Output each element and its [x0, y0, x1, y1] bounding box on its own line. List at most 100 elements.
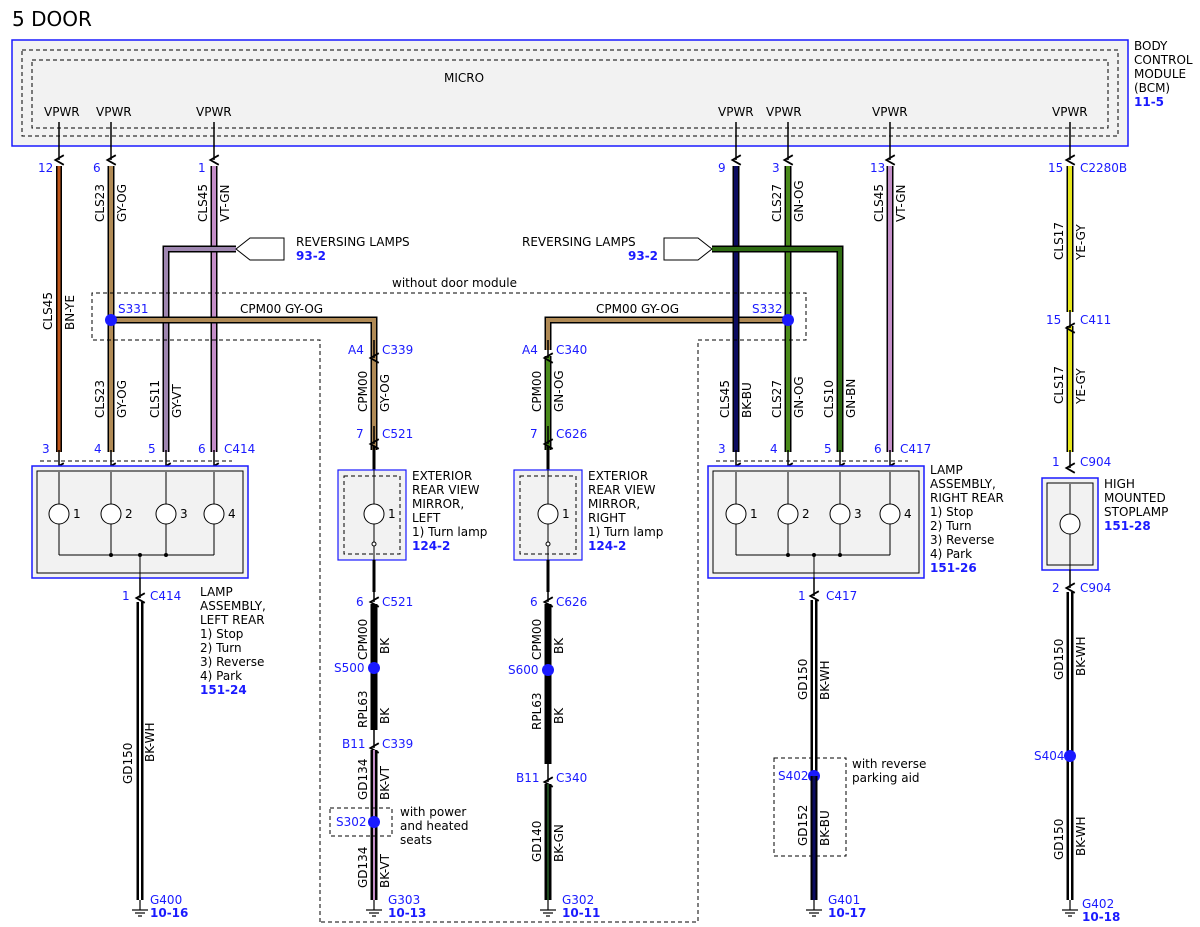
c521b-label: C521 — [382, 595, 413, 609]
mirror-left[interactable]: 1 — [337, 469, 407, 561]
ml-w2-circuit: CPM00 — [356, 619, 370, 660]
vpwr-3: VPWR — [196, 105, 232, 119]
g400-label: G400 — [150, 893, 182, 907]
svg-text:RIGHT REAR: RIGHT REAR — [930, 491, 1004, 505]
right-rear-lamp-assembly[interactable]: 3 4 5 6 C417 1 2 3 4 — [707, 442, 931, 579]
without-door-module-label: without door module — [392, 276, 517, 290]
w6-color: VT-GN — [894, 185, 908, 222]
left-lamp-w1-circuit: CLS23 — [93, 380, 107, 418]
c340b-label: C340 — [556, 771, 587, 785]
c411-label: C411 — [1080, 313, 1111, 327]
bcm-ref: 11-5 — [1134, 95, 1164, 109]
svg-text:REAR VIEW: REAR VIEW — [412, 483, 480, 497]
pin-w2: 6 — [93, 161, 101, 175]
right-lamp-w2-color: GN-OG — [792, 376, 806, 418]
s302-label: S302 — [336, 815, 367, 829]
svg-text:2) Turn: 2) Turn — [200, 641, 242, 655]
left-ground-circuit: GD150 — [121, 743, 135, 784]
mr-bulb: 1 — [562, 507, 570, 521]
splice-s331-label: S331 — [118, 302, 149, 316]
right-gw2-circuit: GD152 — [796, 805, 810, 846]
ground-g302 — [540, 900, 556, 917]
svg-text:2) Turn: 2) Turn — [930, 519, 972, 533]
left-pin-4: 4 — [94, 442, 102, 456]
c339b-pin: B11 — [342, 737, 366, 751]
mirror-right-label: EXTERIOR REAR VIEW MIRROR, RIGHT 1) Turn… — [588, 469, 663, 553]
s600-label: S600 — [508, 663, 539, 677]
g401-label: G401 — [828, 893, 860, 907]
wiring-diagram: 5 DOOR MICRO BODY CONTROL MODULE (BCM) 1… — [11, 7, 1193, 924]
c521b-pin: 6 — [356, 595, 364, 609]
c340-pin: A4 — [522, 343, 538, 357]
w5-color: GN-OG — [792, 180, 806, 222]
page-title: 5 DOOR — [12, 7, 92, 31]
left-lamp-w1-color: GY-OG — [115, 380, 129, 418]
right-lamp-w1-color: BK-BU — [740, 382, 754, 418]
right-bulb-2: 2 — [802, 507, 810, 521]
reversing-right-label: REVERSING LAMPS — [522, 235, 636, 249]
bcm-label-3: MODULE — [1134, 67, 1186, 81]
w2-color: GY-OG — [115, 184, 129, 222]
svg-text:1) Turn lamp: 1) Turn lamp — [588, 525, 663, 539]
splice-s600 — [542, 664, 554, 676]
reversing-lamps-left[interactable]: REVERSING LAMPS 93-2 — [235, 235, 410, 263]
wire-gy-vt — [162, 245, 236, 452]
cpm-right-label: CPM00 GY-OG — [596, 302, 679, 316]
splice-s331 — [105, 314, 117, 326]
left-lamp-w2-circuit: CLS11 — [148, 380, 162, 418]
reversing-left-label: REVERSING LAMPS — [296, 235, 410, 249]
mr-w1-color: GN-OG — [552, 370, 566, 412]
svg-text:MIRROR,: MIRROR, — [588, 497, 640, 511]
ml-bulb: 1 — [388, 507, 396, 521]
svg-text:RIGHT: RIGHT — [588, 511, 626, 525]
right-gw2-color: BK-BU — [818, 810, 832, 846]
c626-label: C626 — [556, 427, 587, 441]
w1-color: BN-YE — [63, 295, 77, 330]
mr-w2-color: BK — [552, 637, 566, 654]
left-lamp-w2-color: GY-VT — [170, 384, 184, 418]
right-gw1-color: BK-WH — [818, 660, 832, 700]
right-connector-top: C417 — [900, 442, 931, 456]
pin-w1: 12 — [38, 161, 53, 175]
left-rear-lamp-assembly[interactable]: 3 4 5 6 C414 1 2 3 4 — [31, 442, 255, 579]
mirror-right[interactable]: 1 — [513, 469, 583, 561]
c626b-label: C626 — [556, 595, 587, 609]
left-pin-5: 5 — [148, 442, 156, 456]
right-lamp-w3-circuit: CLS10 — [822, 380, 836, 418]
hmsl-w3-circuit: GD150 — [1052, 639, 1066, 680]
svg-text:1) Turn lamp: 1) Turn lamp — [412, 525, 487, 539]
ml-w4-circuit: GD134 — [356, 759, 370, 800]
c339b-label: C339 — [382, 737, 413, 751]
right-pin-6: 6 — [874, 442, 882, 456]
svg-text:151-26: 151-26 — [930, 561, 977, 575]
mirror-left-label: EXTERIOR REAR VIEW MIRROR, LEFT 1) Turn … — [412, 469, 487, 553]
c521-pin: 7 — [356, 427, 364, 441]
reversing-lamps-right[interactable]: REVERSING LAMPS 93-2 — [522, 235, 713, 263]
right-bottom-pin: 1 — [798, 589, 806, 603]
left-bottom-pin: 1 — [122, 589, 130, 603]
svg-text:LEFT: LEFT — [412, 511, 441, 525]
s500-label: S500 — [334, 661, 365, 675]
pin-w7: 15 — [1048, 161, 1063, 175]
bcm-label-2: CONTROL — [1134, 53, 1193, 67]
g402-label: G402 — [1082, 897, 1114, 911]
svg-text:REAR VIEW: REAR VIEW — [588, 483, 656, 497]
g402-ref: 10-18 — [1082, 910, 1120, 924]
w2-circuit: CLS23 — [93, 184, 107, 222]
hmsl-lamp[interactable] — [1041, 477, 1099, 571]
svg-text:LEFT REAR: LEFT REAR — [200, 613, 265, 627]
vpwr-1: VPWR — [44, 105, 80, 119]
svg-text:EXTERIOR: EXTERIOR — [588, 469, 648, 483]
vpwr-6: VPWR — [872, 105, 908, 119]
s302-option-2: and heated — [400, 819, 468, 833]
c339-label: C339 — [382, 343, 413, 357]
svg-text:4) Park: 4) Park — [930, 547, 972, 561]
svg-text:1) Stop: 1) Stop — [200, 627, 243, 641]
s402-label: S402 — [778, 769, 809, 783]
splice-s404 — [1064, 750, 1076, 762]
vpwr-7: VPWR — [1052, 105, 1088, 119]
left-bulb-4: 4 — [228, 507, 236, 521]
s402-option-1: with reverse — [852, 757, 926, 771]
micro-label: MICRO — [444, 71, 484, 85]
g302-ref: 10-11 — [562, 906, 600, 920]
